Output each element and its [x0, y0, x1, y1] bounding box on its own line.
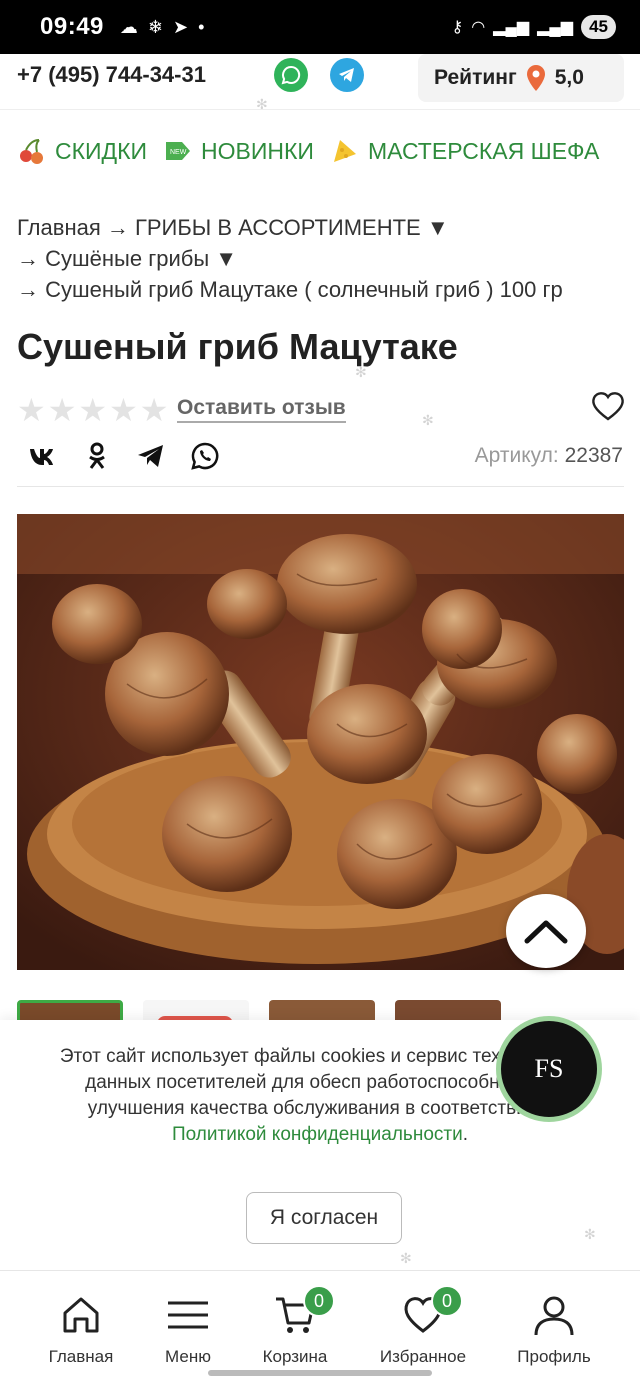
category-chef[interactable]: МАСТЕРСКАЯ ШЕФА	[330, 136, 599, 166]
divider	[17, 486, 624, 487]
whatsapp-share-icon[interactable]	[189, 440, 221, 472]
breadcrumb-line-2[interactable]: → Сушёные грибы ▼	[17, 243, 627, 274]
privacy-policy-link[interactable]: Политикой конфиденциальности	[172, 1124, 463, 1145]
cart-count-badge: 0	[303, 1285, 335, 1317]
fs-chat-button[interactable]: FS	[496, 1016, 602, 1122]
nav-favorites[interactable]: 0 Избранное	[363, 1285, 483, 1367]
snowflake-decoration-icon: ✻	[256, 96, 268, 112]
favorites-count-badge: 0	[431, 1285, 463, 1317]
star-icon[interactable]: ★	[109, 394, 138, 426]
nav-menu[interactable]: Меню	[128, 1293, 248, 1367]
snowflake-decoration-icon: ✻	[584, 1226, 596, 1242]
star-icon[interactable]: ★	[78, 394, 107, 426]
share-buttons	[27, 440, 221, 472]
sku-value: 22387	[564, 444, 623, 467]
nav-home[interactable]: Главная	[21, 1293, 141, 1367]
snowflake-decoration-icon: ✻	[355, 364, 367, 380]
menu-icon	[168, 1301, 208, 1329]
dot-icon: •	[198, 16, 205, 37]
wifi-icon: ◠	[471, 19, 486, 36]
status-time: 09:49	[40, 13, 104, 40]
page-title: Сушеный гриб Мацутаке	[17, 326, 458, 367]
telegram-icon[interactable]	[330, 58, 364, 92]
breadcrumb-line-3[interactable]: → Сушеный гриб Мацутаке ( солнечный гриб…	[17, 274, 627, 305]
nav-profile[interactable]: Профиль	[494, 1293, 614, 1367]
signal2-icon: ▂▄▆	[537, 19, 574, 36]
category-discounts[interactable]: СКИДКИ	[17, 136, 147, 166]
vk-icon[interactable]	[27, 440, 59, 472]
sku-label: Артикул:	[474, 444, 559, 467]
status-bar: 09:49 ☁ ❄ ➤ • ⚷ ◠ ▂▄▆ ▂▄▆ 45	[0, 0, 640, 54]
snowflake-decoration-icon: ✻	[422, 412, 434, 428]
home-indicator	[208, 1370, 432, 1376]
signal-icon: ▂▄▆	[493, 19, 530, 36]
rating-label: Рейтинг	[434, 66, 517, 89]
sku: Артикул: 22387	[475, 444, 623, 468]
favorite-heart-icon[interactable]	[590, 390, 626, 422]
scroll-to-top-button[interactable]	[506, 894, 586, 968]
category-links: СКИДКИ NEW НОВИНКИ МАСТЕРСКАЯ ШЕФА	[17, 136, 637, 166]
battery-indicator: 45	[581, 15, 616, 39]
user-icon	[534, 1296, 574, 1336]
phone-link[interactable]: +7 (495) 744-34-31	[17, 62, 206, 88]
cookie-agree-button[interactable]: Я согласен	[246, 1192, 402, 1244]
top-bar: +7 (495) 744-34-31 Рейтинг 5,0	[0, 54, 640, 110]
rating-widget[interactable]: Рейтинг 5,0	[418, 54, 624, 102]
whatsapp-icon[interactable]	[274, 58, 308, 92]
rating-stars[interactable]: ★ ★ ★ ★ ★	[17, 394, 168, 426]
category-new[interactable]: NEW НОВИНКИ	[163, 136, 314, 166]
star-icon[interactable]: ★	[140, 394, 169, 426]
chevron-up-icon	[524, 920, 568, 944]
home-icon	[63, 1297, 99, 1333]
breadcrumb: Главная → ГРИБЫ В АССОРТИМЕНТЕ ▼ → Сушён…	[17, 212, 627, 305]
svg-text:NEW: NEW	[170, 149, 187, 156]
cherry-icon	[20, 139, 43, 164]
new-tag-icon: NEW	[166, 142, 191, 160]
leave-review-link[interactable]: Оставить отзыв	[177, 396, 346, 423]
fs-label: FS	[534, 1054, 564, 1083]
location-pin-icon	[526, 65, 545, 91]
telegram-notif-icon: ➤	[172, 16, 189, 37]
cheese-icon	[333, 140, 356, 162]
odnoklassniki-icon[interactable]	[81, 440, 113, 472]
snowflake-decoration-icon: ✻	[400, 1250, 412, 1266]
rating-value: 5,0	[554, 66, 584, 89]
cloud-icon: ☁	[119, 16, 138, 37]
star-icon[interactable]: ★	[48, 394, 77, 426]
key-icon: ⚷	[451, 19, 464, 36]
snowflake-icon: ❄	[147, 16, 163, 37]
breadcrumb-line-1[interactable]: Главная → ГРИБЫ В АССОРТИМЕНТЕ ▼	[17, 212, 627, 243]
nav-cart[interactable]: 0 Корзина	[235, 1285, 355, 1367]
star-icon[interactable]: ★	[17, 394, 46, 426]
telegram-share-icon[interactable]	[135, 440, 167, 472]
